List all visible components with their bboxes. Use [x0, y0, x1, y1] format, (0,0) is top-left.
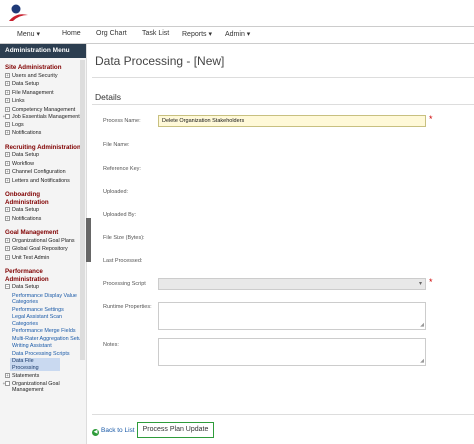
required-marker: * — [429, 277, 433, 287]
sidebar-subitem[interactable]: Performance Settings — [0, 307, 86, 314]
notes-label: Notes: — [103, 342, 119, 348]
section-onboarding: Onboarding Administration — [5, 191, 49, 206]
resize-grip-icon[interactable]: ◢ — [420, 358, 424, 364]
expand-icon[interactable]: + — [5, 152, 10, 157]
sidebar-subitem[interactable]: Multi-Rater Aggregation Setup — [0, 336, 86, 343]
expand-icon[interactable]: + — [5, 72, 10, 78]
expand-icon[interactable]: + — [5, 373, 10, 378]
process-name-label: Process Name: — [103, 118, 141, 124]
sidebar-item[interactable]: + Organizational Goal Plans — [0, 237, 86, 246]
sidebar-item[interactable]: + Job Essentials Management — [0, 114, 86, 121]
company-logo[interactable] — [7, 3, 29, 23]
expand-icon[interactable]: + — [5, 81, 10, 86]
nav-org-chart[interactable]: Org Chart — [96, 30, 127, 37]
expand-icon[interactable]: + — [5, 237, 10, 243]
admin-sidebar: Administration Menu Site Administration … — [0, 44, 87, 444]
expand-icon[interactable]: + — [5, 121, 10, 127]
expand-icon[interactable]: + — [3, 380, 10, 386]
expand-icon[interactable]: + — [5, 254, 10, 260]
expand-icon[interactable]: + — [5, 169, 10, 174]
expand-icon[interactable]: + — [5, 177, 10, 183]
nav-admin[interactable]: Admin ▾ — [225, 30, 250, 38]
back-to-list-link[interactable]: ◀ Back to List — [92, 427, 135, 436]
expand-icon[interactable]: + — [5, 106, 10, 112]
top-nav: Menu ▾ Home Org Chart Task List Reports … — [0, 26, 474, 44]
back-arrow-icon: ◀ — [92, 429, 99, 436]
process-plan-update-button[interactable]: Process Plan Update — [137, 422, 214, 438]
resize-grip-icon[interactable]: ◢ — [420, 322, 424, 328]
expand-icon[interactable]: + — [5, 98, 10, 103]
expand-icon[interactable]: + — [5, 130, 10, 135]
sidebar-subitem[interactable]: Data Processing Scripts — [0, 351, 86, 358]
sidebar-item[interactable]: + Data Setup — [0, 80, 86, 89]
section-performance: Performance Administration — [5, 268, 49, 283]
sidebar-item[interactable]: + Competency Management — [0, 106, 86, 115]
collapse-icon[interactable]: − — [5, 284, 10, 289]
runtime-properties-textarea[interactable]: ◢ — [158, 302, 426, 330]
sidebar-item[interactable]: + Letters and Notifications — [0, 177, 86, 186]
sidebar-item[interactable]: + Global Goal Repository — [0, 245, 86, 254]
sidebar-scrollbar[interactable] — [80, 60, 85, 360]
expand-icon[interactable]: + — [3, 114, 10, 119]
process-name-input[interactable]: Delete Organization Stakeholders — [158, 115, 426, 127]
processing-script-label: Processing Script — [103, 281, 146, 287]
sidebar-item[interactable]: + Data Setup — [0, 151, 86, 160]
logo-bar — [0, 0, 474, 26]
main-content: Data Processing - [New] Details Process … — [92, 44, 474, 444]
expand-icon[interactable]: + — [5, 246, 10, 251]
divider — [92, 414, 474, 415]
sidebar-item[interactable]: + Organizational Goal Management — [0, 380, 86, 394]
sidebar-item[interactable]: − Data Setup — [0, 283, 86, 292]
divider — [92, 104, 474, 105]
sidebar-item[interactable]: + Workflow — [0, 160, 86, 169]
expand-icon[interactable]: + — [5, 215, 10, 221]
file-name-label: File Name: — [103, 142, 130, 148]
sidebar-item[interactable]: + Statements — [0, 372, 86, 381]
sidebar-item[interactable]: + Users and Security — [0, 72, 86, 81]
sidebar-subitem[interactable]: Legal Assistant Scan Categories — [0, 314, 86, 327]
expand-icon[interactable]: + — [5, 160, 10, 166]
section-site-admin: Site Administration — [5, 64, 62, 71]
uploaded-by-label: Uploaded By: — [103, 212, 137, 218]
processing-script-select[interactable] — [158, 278, 426, 290]
expand-icon[interactable]: + — [5, 89, 10, 95]
sidebar-item[interactable]: + Channel Configuration — [0, 168, 86, 177]
sidebar-item[interactable]: + Unit Test Admin — [0, 254, 86, 263]
sidebar-subitem[interactable]: Performance Display Value Categories — [0, 293, 86, 306]
last-processed-label: Last Processed: — [103, 258, 143, 264]
nav-menu[interactable]: Menu ▾ — [17, 30, 40, 38]
sidebar-item[interactable]: + Logs — [0, 121, 86, 130]
sidebar-item[interactable]: + Data Setup — [0, 206, 86, 215]
uploaded-label: Uploaded: — [103, 189, 129, 195]
section-recruiting: Recruiting Administration — [5, 143, 81, 151]
sidebar-item[interactable]: + File Management — [0, 89, 86, 98]
sidebar-item[interactable]: + Notifications — [0, 215, 86, 224]
notes-textarea[interactable]: ◢ — [158, 338, 426, 366]
file-size-label: File Size (Bytes): — [103, 235, 145, 241]
reference-key-label: Reference Key: — [103, 166, 141, 172]
required-marker: * — [429, 114, 433, 124]
sidebar-header: Administration Menu — [0, 44, 86, 58]
sidebar-item[interactable]: + Links — [0, 97, 86, 106]
nav-task-list[interactable]: Task List — [142, 30, 169, 37]
details-heading: Details — [95, 92, 121, 102]
sidebar-subitem[interactable]: Performance Merge Fields — [0, 328, 86, 335]
nav-home[interactable]: Home — [62, 30, 81, 37]
divider — [92, 77, 474, 78]
sidebar-subitem-active[interactable]: Data File Processing — [10, 358, 60, 371]
sidebar-collapse-handle[interactable] — [86, 218, 91, 262]
runtime-properties-label: Runtime Properties: — [103, 304, 152, 310]
expand-icon[interactable]: + — [5, 207, 10, 212]
page-title: Data Processing - [New] — [95, 54, 225, 68]
section-goal-management: Goal Management — [5, 229, 59, 236]
sidebar-item[interactable]: + Notifications — [0, 129, 86, 138]
sidebar-subitem[interactable]: Writing Assistant — [0, 343, 86, 350]
nav-reports[interactable]: Reports ▾ — [182, 30, 212, 38]
